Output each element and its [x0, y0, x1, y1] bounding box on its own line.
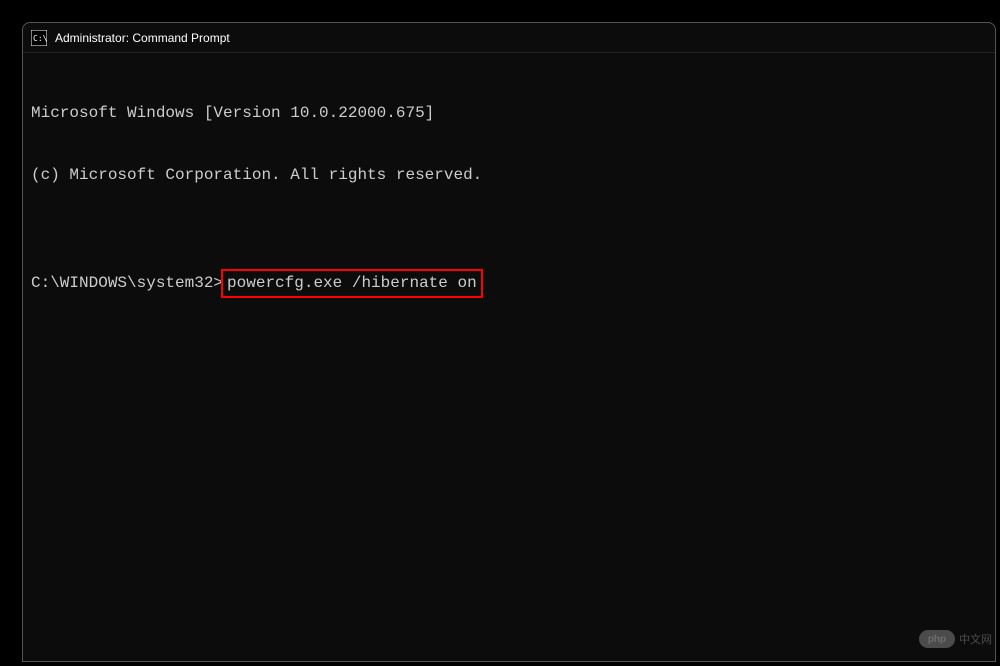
typed-command: powercfg.exe /hibernate on: [227, 274, 477, 292]
window-title: Administrator: Command Prompt: [55, 31, 230, 45]
watermark: php 中文网: [919, 630, 992, 648]
version-line: Microsoft Windows [Version 10.0.22000.67…: [31, 103, 987, 124]
terminal-output[interactable]: Microsoft Windows [Version 10.0.22000.67…: [23, 53, 995, 347]
titlebar[interactable]: C:\ Administrator: Command Prompt: [23, 23, 995, 53]
watermark-logo: php: [919, 630, 955, 648]
prompt-line: C:\WINDOWS\system32>powercfg.exe /hibern…: [31, 269, 987, 298]
prompt-path: C:\WINDOWS\system32>: [31, 273, 223, 294]
command-highlight: powercfg.exe /hibernate on: [221, 269, 483, 298]
watermark-text: 中文网: [959, 631, 992, 647]
cmd-icon: C:\: [31, 30, 47, 46]
copyright-line: (c) Microsoft Corporation. All rights re…: [31, 165, 987, 186]
svg-text:C:\: C:\: [33, 34, 47, 43]
command-prompt-window: C:\ Administrator: Command Prompt Micros…: [22, 22, 996, 662]
